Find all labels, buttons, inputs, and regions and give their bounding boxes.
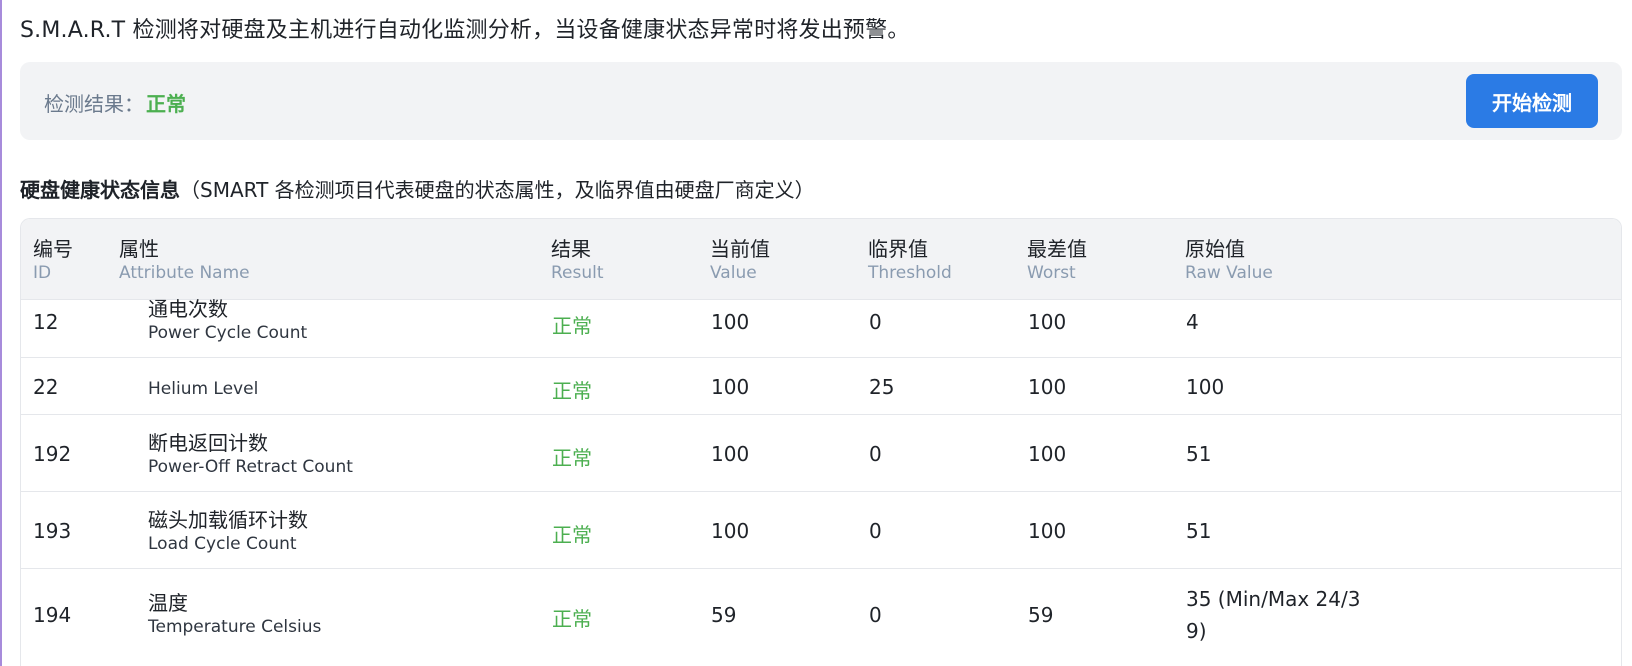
cell-value: 100 xyxy=(711,310,750,334)
detection-result-label: 检测结果： 正常 xyxy=(44,88,186,117)
attribute-name-cn: 断电返回计数 xyxy=(148,431,268,455)
header-id: 编号 ID xyxy=(33,236,73,284)
smart-attributes-table: 编号 ID 属性 Attribute Name 结果 Result 当前值 Va… xyxy=(20,218,1622,666)
cell-value: 59 xyxy=(711,603,737,627)
header-id-en: ID xyxy=(33,263,52,283)
cell-attribute: 断电返回计数 Power-Off Retract Count xyxy=(148,430,353,478)
header-threshold: 临界值 Threshold xyxy=(868,236,952,284)
cell-attribute: 通电次数 Power Cycle Count xyxy=(148,296,307,344)
header-worst-cn: 最差值 xyxy=(1027,237,1087,261)
cell-worst: 100 xyxy=(1028,310,1067,334)
cell-id: 193 xyxy=(33,519,72,543)
cell-raw: 100 xyxy=(1186,375,1225,399)
cell-threshold: 0 xyxy=(869,442,882,466)
header-attribute: 属性 Attribute Name xyxy=(119,236,250,284)
cell-threshold: 0 xyxy=(869,519,882,543)
header-threshold-cn: 临界值 xyxy=(868,237,928,261)
table-row: 194 温度 Temperature Celsius 正常 59 0 59 35… xyxy=(21,569,1621,666)
cell-result: 正常 xyxy=(552,523,592,547)
cell-attribute: 温度 Temperature Celsius xyxy=(148,590,321,638)
attribute-name-cn: 通电次数 xyxy=(148,297,228,321)
section-title: 硬盘健康状态信息（SMART 各检测项目代表硬盘的状态属性，及临界值由硬盘厂商定… xyxy=(20,174,815,203)
header-worst: 最差值 Worst xyxy=(1027,236,1087,284)
cell-worst: 100 xyxy=(1028,519,1067,543)
header-threshold-en: Threshold xyxy=(868,263,952,283)
cell-id: 192 xyxy=(33,442,72,466)
cell-attribute: Helium Level xyxy=(148,378,258,400)
cell-value: 100 xyxy=(711,375,750,399)
cell-raw: 51 xyxy=(1186,442,1212,466)
attribute-name-en: Power Cycle Count xyxy=(148,323,308,343)
attribute-name-cn: 温度 xyxy=(148,591,188,615)
attribute-name-en: Temperature Celsius xyxy=(148,617,322,637)
attribute-name-en: Power-Off Retract Count xyxy=(148,457,353,477)
header-attribute-en: Attribute Name xyxy=(119,263,250,283)
cell-result: 正常 xyxy=(552,379,592,403)
cell-id: 22 xyxy=(33,375,59,399)
header-value: 当前值 Value xyxy=(710,236,770,284)
table-header: 编号 ID 属性 Attribute Name 结果 Result 当前值 Va… xyxy=(21,219,1621,300)
cell-threshold: 0 xyxy=(869,603,882,627)
smart-intro-text: S.M.A.R.T 检测将对硬盘及主机进行自动化监测分析，当设备健康状态异常时将… xyxy=(20,18,910,43)
table-row: 193 磁头加载循环计数 Load Cycle Count 正常 100 0 1… xyxy=(21,492,1621,569)
cell-value: 100 xyxy=(711,519,750,543)
cell-value: 100 xyxy=(711,442,750,466)
header-value-cn: 当前值 xyxy=(710,237,770,261)
cell-threshold: 0 xyxy=(869,310,882,334)
cell-worst: 59 xyxy=(1028,603,1054,627)
header-raw-en: Raw Value xyxy=(1185,263,1273,283)
result-status-value: 正常 xyxy=(146,92,186,116)
header-id-cn: 编号 xyxy=(33,237,73,261)
cell-worst: 100 xyxy=(1028,442,1067,466)
result-label-text: 检测结果： xyxy=(44,92,144,116)
table-body: 12 通电次数 Power Cycle Count 正常 100 0 100 4… xyxy=(21,297,1621,666)
header-raw: 原始值 Raw Value xyxy=(1185,236,1273,284)
attribute-name-en: Load Cycle Count xyxy=(148,534,297,554)
window-left-edge xyxy=(0,0,2,666)
cell-raw: 51 xyxy=(1186,519,1212,543)
cell-result: 正常 xyxy=(552,446,592,470)
cell-result: 正常 xyxy=(552,314,592,338)
cell-raw: 35 (Min/Max 24/39) xyxy=(1186,587,1361,643)
section-title-main: 硬盘健康状态信息 xyxy=(20,178,180,202)
table-row: 12 通电次数 Power Cycle Count 正常 100 0 100 4 xyxy=(21,297,1621,358)
header-result-cn: 结果 xyxy=(551,237,591,261)
attribute-name-cn: 磁头加载循环计数 xyxy=(148,508,308,532)
cell-threshold: 25 xyxy=(869,375,895,399)
section-title-note: （SMART 各检测项目代表硬盘的状态属性，及临界值由硬盘厂商定义） xyxy=(180,178,815,202)
header-raw-cn: 原始值 xyxy=(1185,237,1245,261)
header-value-en: Value xyxy=(710,263,757,283)
table-row: 192 断电返回计数 Power-Off Retract Count 正常 10… xyxy=(21,415,1621,492)
header-attribute-cn: 属性 xyxy=(119,237,159,261)
cell-worst: 100 xyxy=(1028,375,1067,399)
cell-result: 正常 xyxy=(552,607,592,631)
header-worst-en: Worst xyxy=(1027,263,1076,283)
cell-attribute: 磁头加载循环计数 Load Cycle Count xyxy=(148,507,308,555)
attribute-name-en: Helium Level xyxy=(148,379,259,399)
table-row: 22 Helium Level 正常 100 25 100 100 xyxy=(21,358,1621,415)
start-detection-button[interactable]: 开始检测 xyxy=(1466,74,1598,128)
header-result-en: Result xyxy=(551,263,604,283)
cell-id: 194 xyxy=(33,603,72,627)
cell-raw: 4 xyxy=(1186,310,1199,334)
cell-id: 12 xyxy=(33,310,59,334)
header-result: 结果 Result xyxy=(551,236,604,284)
detection-result-panel: 检测结果： 正常 开始检测 xyxy=(20,62,1622,140)
